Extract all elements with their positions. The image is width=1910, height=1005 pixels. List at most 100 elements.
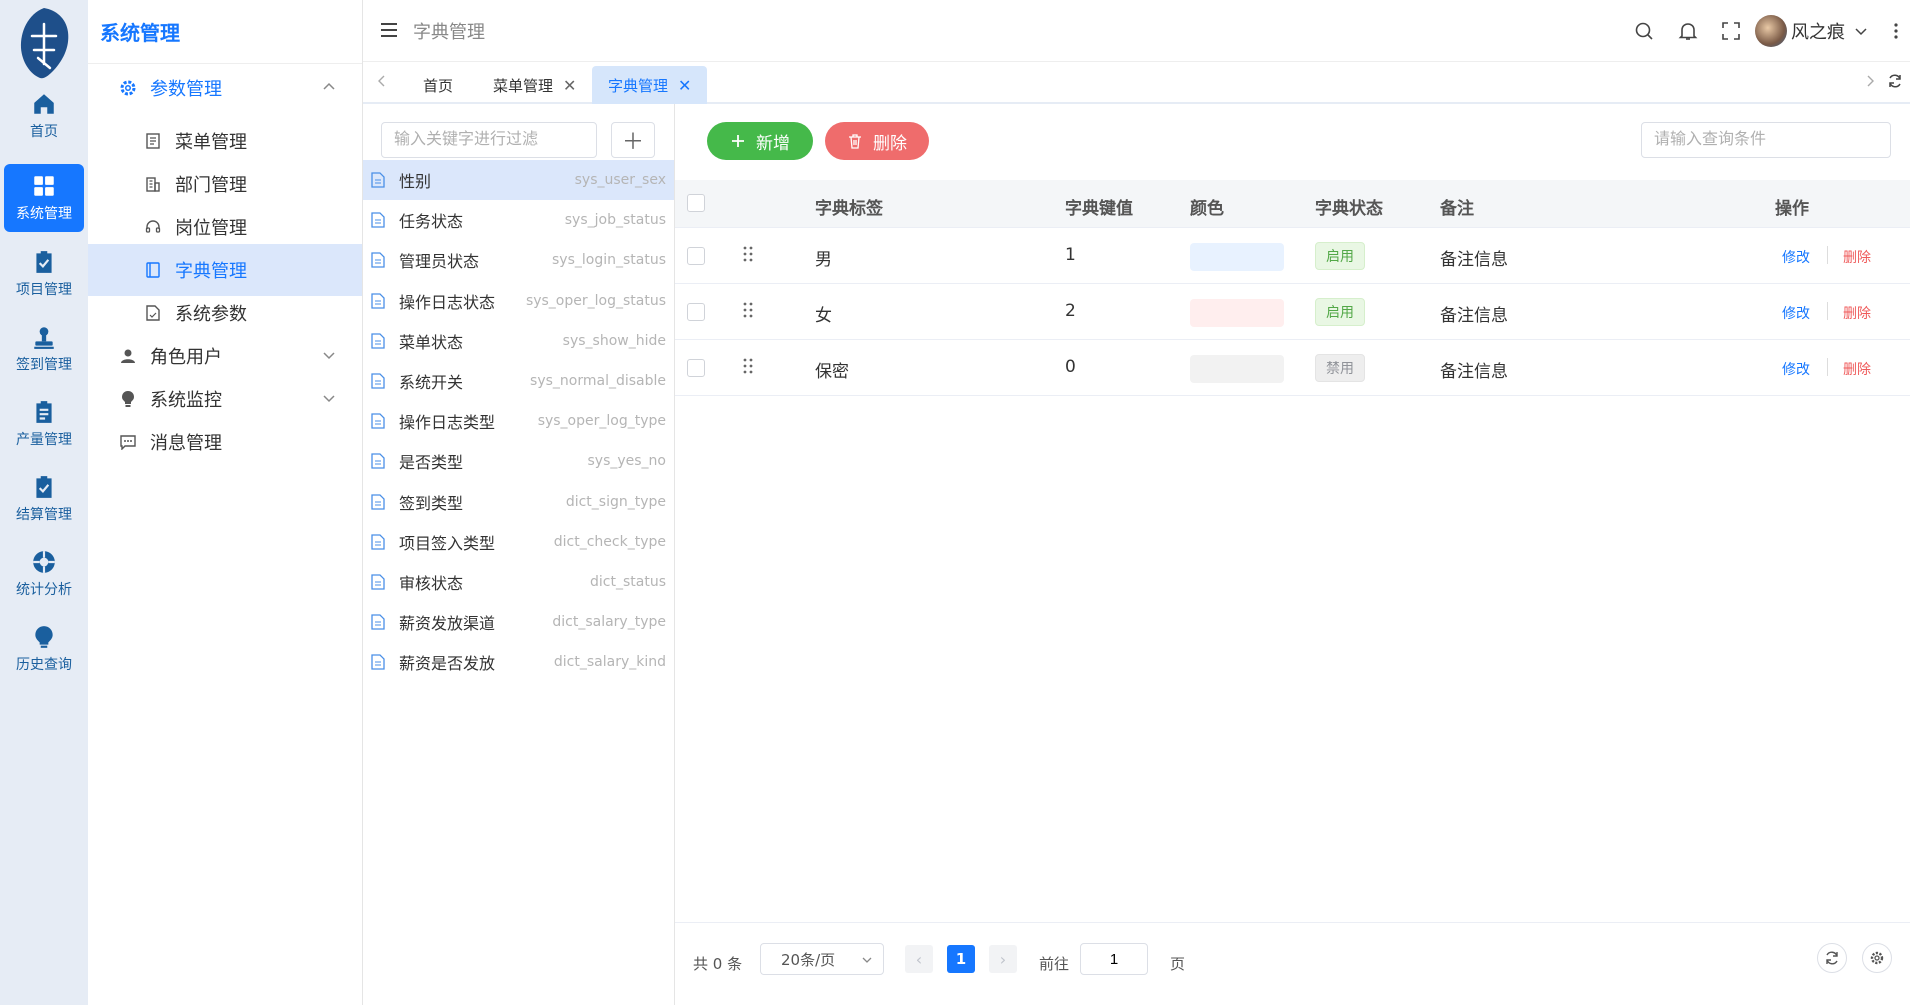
dict-type-item[interactable]: 操作日志状态 sys_oper_log_status: [363, 281, 674, 321]
dict-type-item[interactable]: 签到类型 dict_sign_type: [363, 482, 674, 522]
edit-link[interactable]: 修改: [1782, 303, 1810, 323]
drag-handle-icon[interactable]: [741, 356, 755, 376]
rail-item-settlement[interactable]: 结算管理: [4, 465, 84, 533]
rail-item-output[interactable]: 产量管理: [4, 390, 84, 458]
delete-link[interactable]: 删除: [1843, 303, 1871, 323]
table-row: 女 2 启用 备注信息 修改 删除: [675, 284, 1910, 340]
dict-type-item[interactable]: 操作日志类型 sys_oper_log_type: [363, 401, 674, 441]
tab-dict[interactable]: 字典管理 ✕: [592, 66, 708, 104]
building-icon: [143, 174, 163, 194]
clipboard-check-icon: [36, 251, 52, 273]
page-size-select[interactable]: 20条/页: [760, 943, 884, 975]
drag-handle-icon[interactable]: [741, 300, 755, 320]
delete-button[interactable]: 删除: [825, 122, 929, 160]
sidebar-item-params[interactable]: 参数管理: [88, 62, 362, 114]
rail-item-label: 产量管理: [16, 432, 72, 448]
color-swatch: [1190, 299, 1284, 327]
sidebar-item-label: 系统参数: [175, 304, 247, 325]
row-checkbox[interactable]: [687, 359, 705, 377]
row-checkbox[interactable]: [687, 303, 705, 321]
sidebar-item-messages[interactable]: 消息管理: [88, 416, 362, 468]
plus-icon: [732, 135, 744, 147]
tab-home[interactable]: 首页: [407, 66, 469, 104]
dict-type-item[interactable]: 是否类型 sys_yes_no: [363, 441, 674, 481]
table-row: 男 1 启用 备注信息 修改 删除: [675, 228, 1910, 284]
next-page-button[interactable]: ›: [989, 945, 1017, 973]
dict-filter-input[interactable]: [381, 122, 597, 158]
cell-label: 男: [815, 250, 832, 270]
sidebar-item-label: 角色用户: [150, 347, 222, 368]
select-all-checkbox[interactable]: [687, 194, 705, 212]
chevron-down-icon: [323, 395, 335, 403]
dict-type-item[interactable]: 菜单状态 sys_show_hide: [363, 321, 674, 361]
dict-type-item[interactable]: 性别 sys_user_sex: [363, 160, 674, 200]
fullscreen-icon[interactable]: [1720, 20, 1742, 42]
doc-icon: [371, 493, 385, 510]
chat-icon: [118, 432, 138, 452]
query-input[interactable]: [1641, 122, 1891, 158]
prev-page-button[interactable]: ‹: [905, 945, 933, 973]
dict-type-label: 项目签入类型: [399, 533, 496, 553]
dict-type-item[interactable]: 项目签入类型 dict_check_type: [363, 522, 674, 562]
search-icon[interactable]: [1633, 20, 1655, 42]
dict-type-label: 任务状态: [399, 212, 464, 232]
more-vertical-icon[interactable]: [1885, 20, 1907, 42]
color-swatch: [1190, 355, 1284, 383]
pagination: 共 0 条 20条/页 ‹ 1 › 前往 页: [675, 922, 1910, 1005]
hamburger-icon[interactable]: [379, 20, 399, 40]
table-settings-button[interactable]: [1862, 943, 1892, 973]
refresh-icon: [1826, 951, 1838, 965]
sidebar: 系统管理 参数管理 菜单管理 部门管理 岗位管理 字典管理 系统参数 角色用户 …: [88, 0, 363, 1005]
user-name[interactable]: 风之痕: [1791, 18, 1845, 44]
dict-type-code: sys_oper_log_type: [537, 413, 666, 430]
rail-item-signin[interactable]: 签到管理: [4, 315, 84, 383]
rail-item-system[interactable]: 系统管理: [4, 164, 84, 232]
dict-type-code: sys_show_hide: [562, 332, 666, 349]
chevron-right-icon[interactable]: [1863, 74, 1877, 88]
chevron-left-icon[interactable]: [375, 74, 389, 88]
close-icon[interactable]: ✕: [678, 76, 691, 95]
row-checkbox[interactable]: [687, 247, 705, 265]
dict-type-item[interactable]: 薪资是否发放 dict_salary_kind: [363, 642, 674, 682]
rail-item-project[interactable]: 项目管理: [4, 240, 84, 308]
gear-icon: [118, 78, 138, 98]
cell-value: 2: [1065, 301, 1076, 321]
rail-item-history[interactable]: 历史查询: [4, 615, 84, 683]
dict-type-item[interactable]: 审核状态 dict_status: [363, 562, 674, 602]
page-unit-label: 页: [1170, 955, 1186, 973]
doc-icon: [371, 292, 385, 309]
delete-link[interactable]: 删除: [1843, 359, 1871, 379]
dict-type-item[interactable]: 管理员状态 sys_login_status: [363, 240, 674, 280]
rail-item-home[interactable]: 首页: [4, 82, 84, 150]
dict-type-item[interactable]: 系统开关 sys_normal_disable: [363, 361, 674, 401]
goto-page-input[interactable]: [1080, 943, 1148, 975]
tab-menu[interactable]: 菜单管理 ✕: [477, 66, 592, 104]
refresh-icon[interactable]: [1887, 73, 1903, 89]
add-button[interactable]: 新增: [707, 122, 813, 160]
rail-item-stats[interactable]: 统计分析: [4, 540, 84, 608]
page-number-current[interactable]: 1: [947, 945, 975, 973]
sidebar-item-label: 岗位管理: [175, 218, 247, 239]
dict-type-item[interactable]: 薪资发放渠道 dict_salary_type: [363, 602, 674, 642]
gear-icon: [1870, 951, 1884, 965]
edit-link[interactable]: 修改: [1782, 247, 1810, 267]
col-value: 字典键值: [1065, 199, 1133, 219]
edit-link[interactable]: 修改: [1782, 359, 1810, 379]
refresh-table-button[interactable]: [1817, 943, 1847, 973]
tab-bar: 首页 菜单管理 ✕ 字典管理 ✕: [363, 62, 1910, 104]
delete-link[interactable]: 删除: [1843, 247, 1871, 267]
add-dict-type-button[interactable]: ＋: [611, 122, 655, 158]
dict-type-label: 性别: [399, 172, 432, 191]
bell-icon[interactable]: [1677, 20, 1699, 42]
dict-type-code: sys_user_sex: [574, 172, 666, 188]
dict-type-label: 是否类型: [399, 453, 464, 473]
close-icon[interactable]: ✕: [563, 76, 576, 95]
top-header: 字典管理 风之痕: [363, 0, 1910, 62]
dict-type-item[interactable]: 任务状态 sys_job_status: [363, 200, 674, 240]
cell-remark: 备注信息: [1440, 250, 1508, 270]
dict-type-label: 菜单状态: [399, 332, 464, 352]
drag-handle-icon[interactable]: [741, 244, 755, 264]
chevron-down-icon[interactable]: [1853, 23, 1869, 39]
dict-type-label: 签到类型: [399, 493, 464, 513]
avatar[interactable]: [1755, 15, 1787, 47]
